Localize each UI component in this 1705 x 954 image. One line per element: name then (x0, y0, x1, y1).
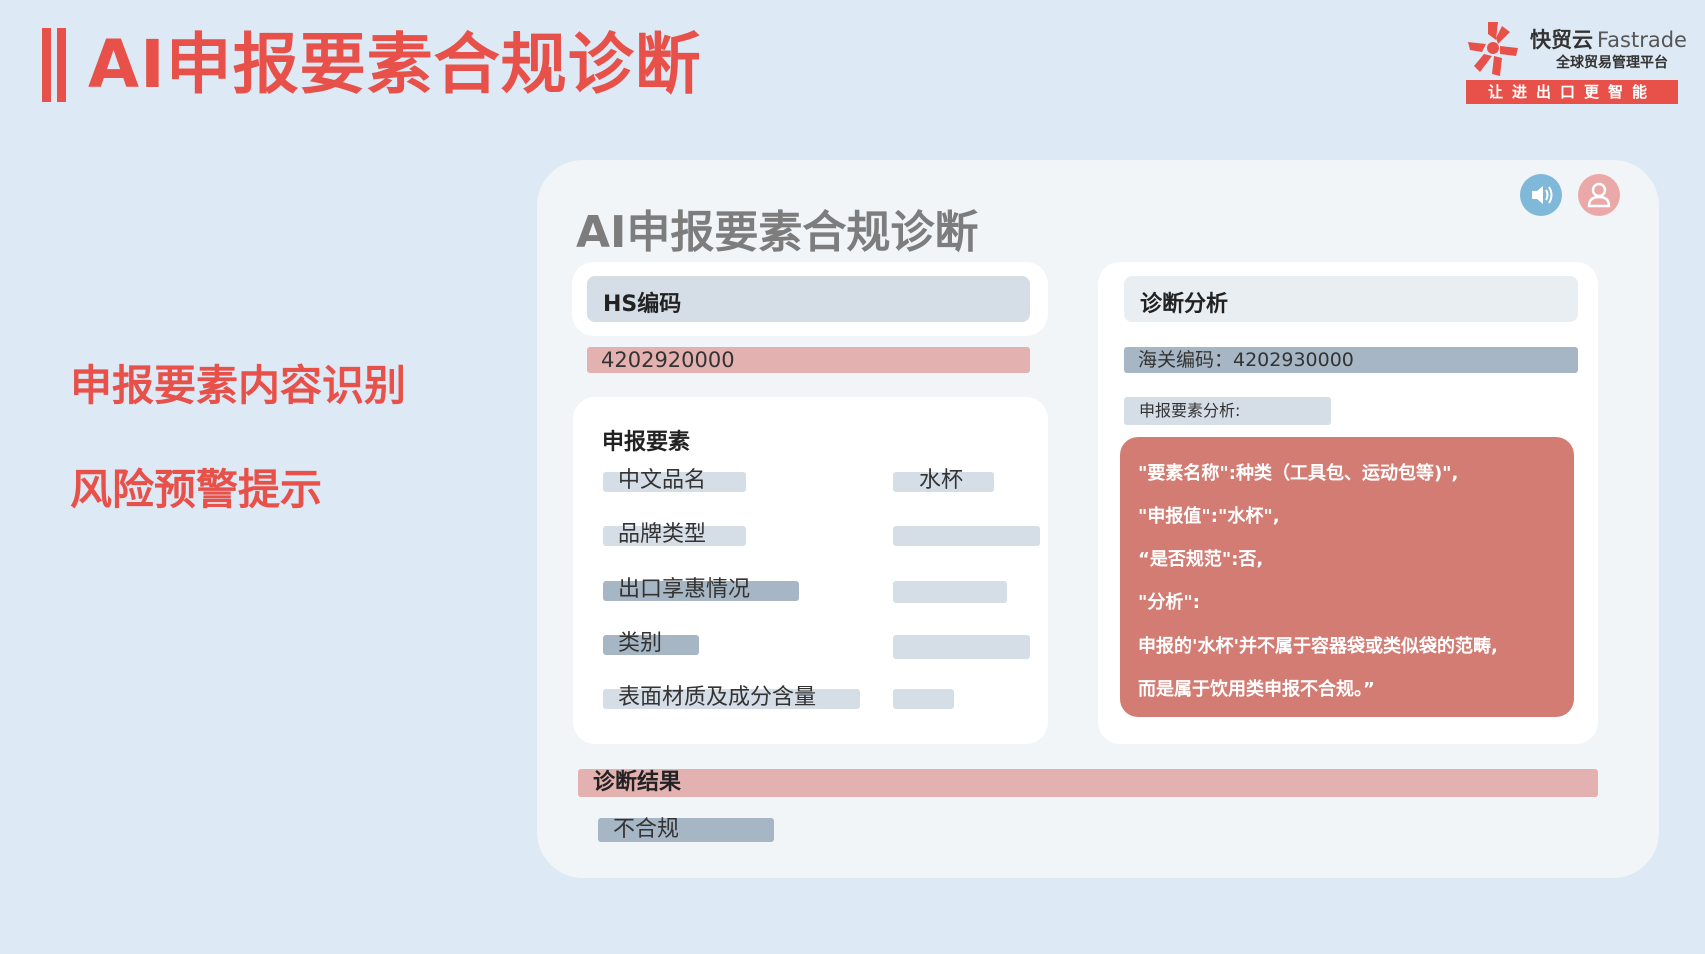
feature-risk-warning: 风险预警提示 (70, 465, 323, 514)
diagnosis-analysis-title: 诊断分析 (1140, 292, 1229, 317)
analysis-line: "要素名称":种类（工具包、运动包等)", (1138, 463, 1459, 484)
analysis-label: 申报要素分析: (1139, 401, 1241, 420)
logo-subtitle: 全球贸易管理平台 (1556, 55, 1668, 71)
fastrade-logo-icon (1468, 22, 1518, 76)
speaker-icon (1532, 186, 1553, 204)
brand-logo: 快贸云 Fastrade 全球贸易管理平台 让进出口更智能 (1466, 18, 1687, 106)
diagnosis-result-bar (578, 769, 1598, 797)
speaker-button[interactable] (1520, 174, 1562, 216)
element-value-material[interactable] (893, 689, 954, 709)
diagnosis-result-value: 不合规 (613, 817, 680, 842)
feature-content-recognition: 申报要素内容识别 (70, 361, 407, 410)
hs-code-value: 4202920000 (601, 348, 735, 372)
diagnosis-result-label: 诊断结果 (593, 770, 682, 795)
analysis-line: “是否规范":否, (1138, 549, 1264, 570)
panel-title: AI申报要素合规诊断 (576, 207, 979, 258)
analysis-line: 申报的'水杯'并不属于容器袋或类似袋的范畴, (1138, 636, 1498, 657)
element-value-brand[interactable] (893, 526, 1040, 546)
analysis-line: "分析": (1138, 592, 1200, 613)
element-name-category: 类别 (618, 631, 663, 656)
analysis-line: "申报值":"水杯", (1138, 506, 1280, 527)
hs-code-label: HS编码 (603, 292, 682, 317)
declaration-elements-title: 申报要素 (602, 430, 691, 455)
title-accent-bars (42, 28, 68, 102)
element-value-category[interactable] (893, 635, 1030, 659)
analysis-line: 而是属于饮用类申报不合规。” (1138, 679, 1375, 700)
logo-slogan: 让进出口更智能 (1466, 80, 1678, 104)
logo-name: 快贸云 Fastrade (1530, 24, 1687, 54)
element-name-material: 表面材质及成分含量 (618, 685, 817, 710)
element-value-product: 水杯 (919, 468, 964, 493)
element-name-export-preference: 出口享惠情况 (618, 577, 751, 602)
user-button[interactable] (1578, 174, 1620, 216)
page-title: AI申报要素合规诊断 (88, 26, 702, 103)
element-name-product: 中文品名 (618, 468, 707, 493)
logo-name-cn: 快贸云 (1530, 28, 1593, 52)
element-name-brand: 品牌类型 (618, 522, 707, 547)
customs-code-value: 海关编码：4202930000 (1138, 349, 1354, 371)
logo-name-en: Fastrade (1597, 28, 1687, 52)
element-value-export-preference[interactable] (893, 581, 1007, 603)
user-icon (1587, 182, 1611, 208)
